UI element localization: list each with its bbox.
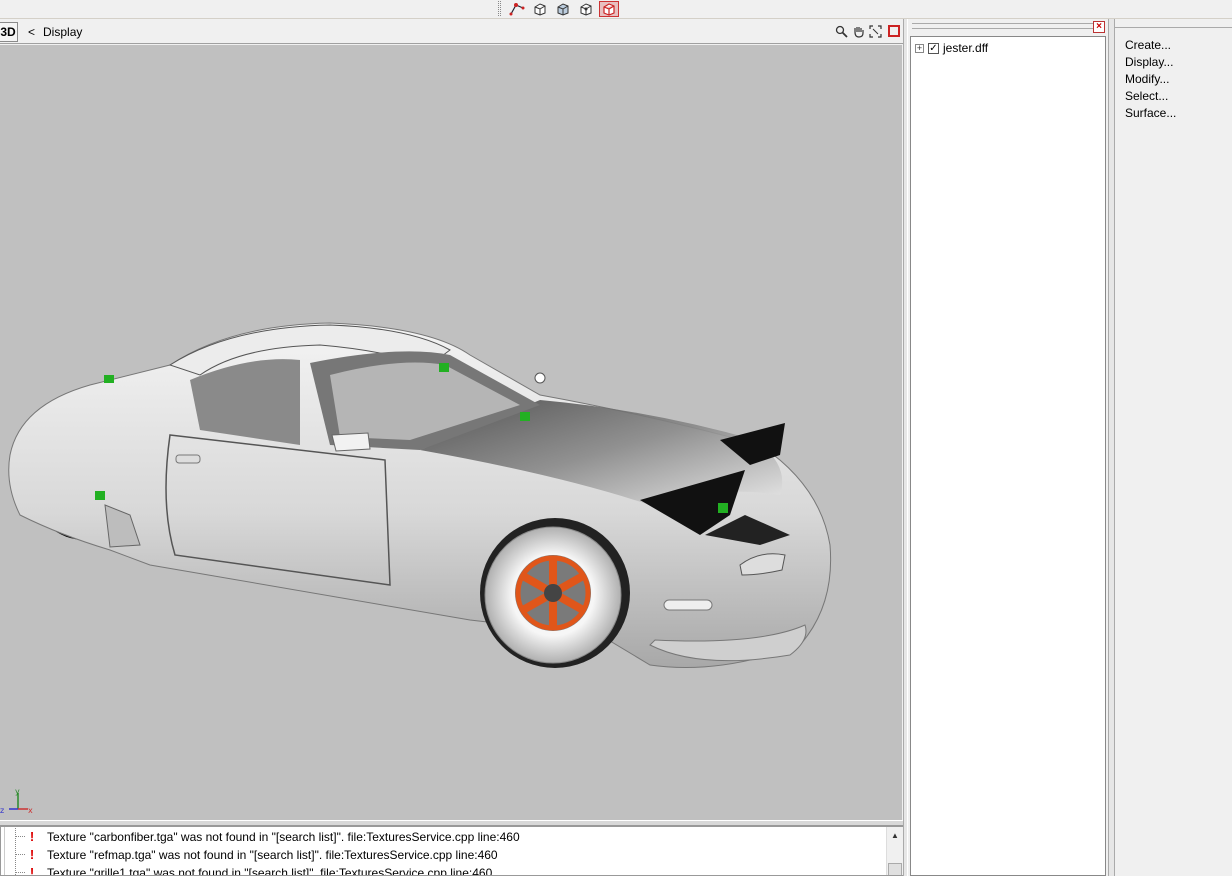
log-line: ! Texture "carbonfiber.tga" was not foun… — [15, 828, 520, 845]
visibility-checkbox[interactable]: ✓ — [928, 42, 939, 54]
log-line: ! Texture "refmap.tga" was not found in … — [15, 846, 498, 863]
top-toolbar — [0, 0, 1232, 19]
close-panel-button[interactable]: × — [1093, 21, 1105, 33]
object-mode-button[interactable] — [530, 1, 550, 17]
tree-connector — [15, 828, 27, 845]
scene-panel: × + ✓ jester.dff — [908, 19, 1108, 876]
fit-view-button[interactable] — [868, 23, 882, 39]
fit-view-icon — [868, 24, 882, 38]
3d-viewport[interactable]: y x z — [0, 45, 902, 820]
viewport-back-button[interactable]: < — [28, 25, 35, 39]
right-panel-splitter[interactable] — [1108, 19, 1115, 876]
modify-menu-item[interactable]: Modify... — [1125, 72, 1169, 86]
axis-z-label: z — [0, 806, 4, 815]
warning-icon: ! — [29, 847, 35, 862]
create-menu-item[interactable]: Create... — [1125, 38, 1171, 52]
axis-y-label: y — [15, 787, 20, 796]
scene-panel-header: × — [908, 19, 1108, 35]
pan-button[interactable] — [851, 23, 865, 39]
hand-icon — [853, 26, 864, 38]
dummy-marker-2[interactable] — [439, 363, 449, 372]
select-menu-item[interactable]: Select... — [1125, 89, 1168, 103]
scroll-thumb[interactable] — [888, 863, 902, 875]
face-mode-button[interactable] — [553, 1, 573, 17]
surface-menu-item[interactable]: Surface... — [1125, 106, 1176, 120]
magnifier-icon — [835, 25, 848, 38]
tree-connector — [15, 864, 27, 875]
log-scrollbar[interactable]: ▲ — [886, 827, 903, 875]
view-tool-group — [498, 0, 622, 17]
car-model-render: y x z — [0, 322, 832, 815]
side-mirror — [331, 432, 371, 452]
viewport-header: 3D < Display — [0, 20, 904, 44]
cube-selected-icon — [603, 2, 615, 16]
log-message: Texture "grille1.tga" was not found in "… — [47, 865, 493, 876]
command-panel-grip — [1115, 27, 1232, 37]
toolbar-grip[interactable] — [498, 1, 501, 16]
scene-tree: + ✓ jester.dff — [910, 36, 1106, 876]
viewport-tools — [834, 23, 900, 39]
roof-mirror — [534, 372, 546, 384]
dummy-marker-1[interactable] — [104, 375, 114, 383]
dummy-marker-4[interactable] — [95, 491, 105, 500]
vertex-tool-button[interactable] — [507, 1, 527, 17]
tree-connector — [15, 846, 27, 863]
viewport-title: Display — [43, 24, 83, 39]
cube-icon — [534, 2, 546, 16]
log-panel: ! Texture "carbonfiber.tga" was not foun… — [0, 826, 904, 876]
door-handle — [175, 454, 201, 464]
dummy-marker-3[interactable] — [520, 412, 530, 421]
display-menu-item[interactable]: Display... — [1125, 55, 1173, 69]
log-line: ! Texture "grille1.tga" was not found in… — [15, 864, 493, 876]
log-gutter — [1, 827, 5, 875]
zoom-button[interactable] — [834, 23, 848, 39]
vertex-tool-icon — [509, 2, 525, 15]
command-panel: Create... Display... Modify... Select...… — [1115, 19, 1232, 876]
tree-item-jester[interactable]: + ✓ jester.dff — [915, 41, 988, 55]
cube-faces-icon — [557, 2, 569, 16]
log-message: Texture "refmap.tga" was not found in "[… — [47, 847, 498, 862]
axis-gizmo: y x z — [0, 787, 33, 815]
warning-icon: ! — [29, 865, 35, 876]
panel-grip[interactable] — [912, 23, 1094, 29]
log-message: Texture "carbonfiber.tga" was not found … — [47, 829, 520, 844]
expand-icon[interactable]: + — [915, 43, 924, 53]
app-window: 3D < Display y x z ! Texture "carbonfibe… — [0, 0, 1232, 876]
view-mode-3d-button[interactable]: 3D — [0, 21, 18, 42]
axis-x-label: x — [28, 806, 33, 815]
dummy-marker-5[interactable] — [718, 503, 728, 513]
scroll-up-arrow-icon[interactable]: ▲ — [887, 827, 903, 843]
maximize-viewport-button[interactable] — [888, 25, 900, 37]
warning-icon: ! — [29, 829, 35, 844]
side-marker — [663, 599, 713, 611]
selection-mode-button[interactable] — [599, 0, 619, 17]
tree-item-label[interactable]: jester.dff — [943, 41, 988, 55]
cube-edges-icon — [580, 2, 592, 16]
edge-mode-button[interactable] — [576, 1, 596, 17]
